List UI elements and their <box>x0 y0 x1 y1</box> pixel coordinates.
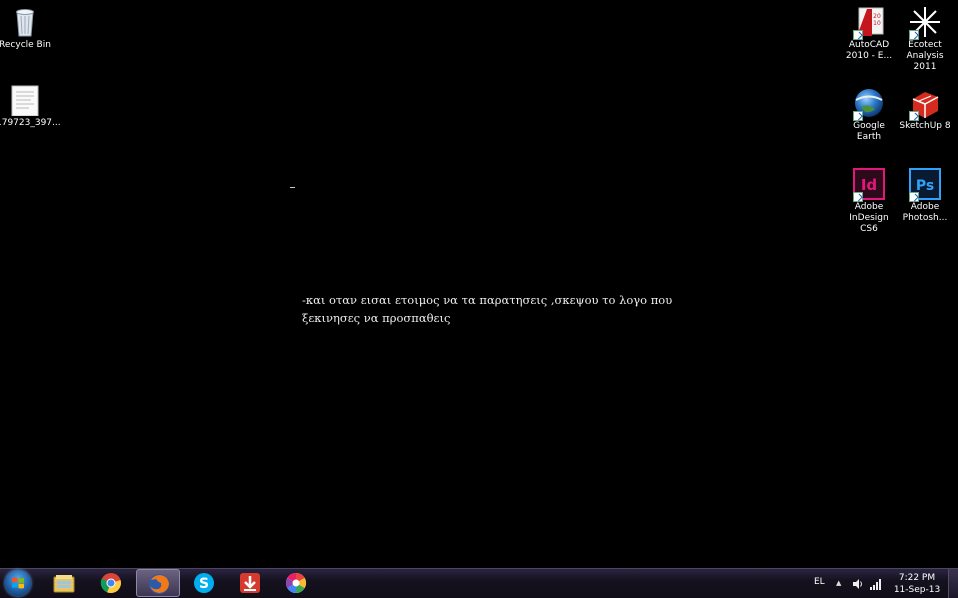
windows-explorer-icon <box>53 575 75 593</box>
autocad-icon: 20 10 <box>853 6 885 40</box>
shortcut-arrow-icon <box>909 192 919 202</box>
document-file-label: 179723_397... <box>0 118 61 128</box>
wallpaper-quote-line-2: ξεκινησες να προσπαθεις <box>302 311 451 325</box>
show-hidden-icons-arrow-icon[interactable]: ▲ <box>836 579 841 587</box>
desktop-icon-indesign[interactable]: Id Adobe InDesign CS6 <box>840 164 898 235</box>
desktop-icon-recycle-bin[interactable]: Recycle Bin <box>0 2 54 51</box>
recycle-bin-label: Recycle Bin <box>0 40 51 50</box>
desktop-icon-photoshop[interactable]: Ps Adobe Photosh... <box>896 164 954 224</box>
taskbar-skype[interactable]: S <box>182 569 226 597</box>
photoshop-icon: Ps <box>909 168 941 202</box>
indesign-label: Adobe InDesign CS6 <box>849 202 889 234</box>
desktop-icon-ecotect[interactable]: Ecotect Analysis 2011 <box>896 2 954 73</box>
volume-icon[interactable] <box>852 578 864 590</box>
shortcut-arrow-icon <box>853 30 863 40</box>
shortcut-arrow-icon <box>909 111 919 121</box>
desktop-icon-google-earth[interactable]: Google Earth <box>840 83 898 143</box>
svg-text:20: 20 <box>873 13 881 20</box>
ecotect-icon <box>909 6 941 40</box>
taskbar-windows-explorer[interactable] <box>42 569 86 597</box>
ecotect-label: Ecotect Analysis 2011 <box>906 40 944 72</box>
taskbar-download-manager[interactable] <box>228 569 272 597</box>
autocad-label: AutoCAD 2010 - E... <box>845 40 893 61</box>
skype-icon: S <box>194 573 214 593</box>
document-file-icon <box>9 84 41 117</box>
photoshop-label: Adobe Photosh... <box>902 202 948 223</box>
chrome-icon <box>100 573 121 594</box>
taskbar-picasa[interactable] <box>274 569 318 597</box>
windows-start-orb-icon <box>5 570 31 596</box>
recycle-bin-icon <box>9 6 41 38</box>
shortcut-arrow-icon <box>853 192 863 202</box>
desktop-icon-document[interactable]: 179723_397... <box>0 80 61 129</box>
taskbar-clock[interactable]: 7:22 PM 11-Sep-13 <box>889 572 945 596</box>
taskbar-chrome[interactable] <box>89 569 133 597</box>
sketchup-label: SketchUp 8 <box>899 121 951 131</box>
google-earth-label: Google Earth <box>853 121 885 142</box>
download-manager-icon <box>240 573 260 593</box>
svg-text:Id: Id <box>861 176 877 194</box>
picasa-icon <box>285 572 307 594</box>
clock-time: 7:22 PM <box>898 573 936 583</box>
wallpaper-quote-line-1: -και οταν εισαι ετοιμος να τα παρατησεις… <box>302 293 673 307</box>
shortcut-arrow-icon <box>909 30 919 40</box>
network-signal-icon[interactable] <box>870 578 882 590</box>
show-desktop-button[interactable] <box>948 569 958 598</box>
taskbar: S EL ▲ 7:22 PM 11-Sep-13 <box>0 568 958 598</box>
desktop-icon-autocad[interactable]: 20 10 AutoCAD 2010 - E... <box>840 2 898 62</box>
wallpaper-quote: -και οταν εισαι ετοιμος να τα παρατησεις… <box>302 291 682 327</box>
firefox-icon <box>149 574 169 594</box>
sketchup-icon <box>909 87 941 121</box>
shortcut-arrow-icon <box>853 111 863 121</box>
desktop-icon-sketchup[interactable]: SketchUp 8 <box>896 83 954 132</box>
clock-date: 11-Sep-13 <box>893 585 941 595</box>
start-button[interactable] <box>3 569 33 597</box>
taskbar-firefox[interactable] <box>136 569 180 597</box>
google-earth-icon <box>853 87 885 121</box>
indesign-icon: Id <box>853 168 885 202</box>
svg-text:10: 10 <box>873 20 881 27</box>
text-cursor-mark <box>290 187 295 188</box>
language-indicator[interactable]: EL <box>814 577 825 587</box>
desktop: Recycle Bin 179723_397... 20 10 AutoCAD … <box>0 0 958 568</box>
svg-text:S: S <box>199 576 209 592</box>
